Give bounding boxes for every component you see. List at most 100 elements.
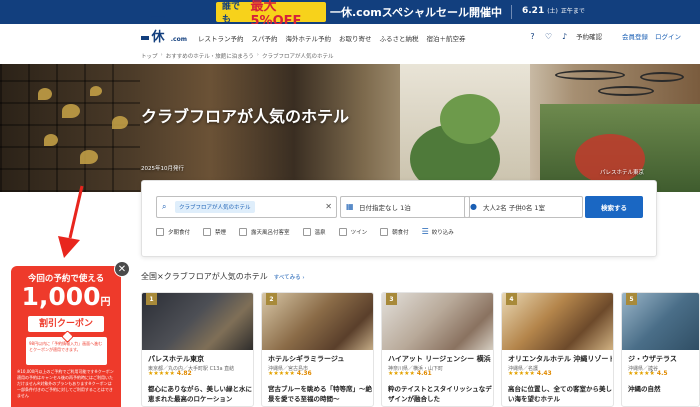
date-field[interactable]: ▦ 日付指定なし 1泊 bbox=[340, 196, 470, 218]
calendar-icon: ▦ bbox=[346, 202, 354, 211]
rating-value: 4.61 bbox=[416, 370, 432, 377]
breadcrumb-current: クラブフロアが人気のホテル bbox=[261, 54, 334, 60]
clear-icon[interactable]: ✕ bbox=[325, 202, 332, 211]
hotel-description: 沖縄の自然 bbox=[628, 385, 661, 393]
nav-overseas[interactable]: 海外ホテル予約 bbox=[286, 33, 332, 43]
rank-badge: 5 bbox=[626, 293, 637, 305]
search-panel: ⌕ クラブフロアが人気のホテル ✕ ▦ 日付指定なし 1泊 ● 大人2名 子供0… bbox=[141, 180, 657, 257]
favorite-heart-icon[interactable]: ♡ bbox=[544, 32, 553, 41]
filter-sliders-icon: ☰ bbox=[421, 227, 429, 236]
narrow-down-button[interactable]: ☰ 絞り込み bbox=[422, 227, 454, 236]
rank-badge: 1 bbox=[146, 293, 157, 305]
logo-mark bbox=[141, 36, 150, 40]
checkbox[interactable] bbox=[156, 227, 164, 236]
coupon-popup[interactable]: 今回の予約で使える 1,000円 割引クーポン 98円以内に「予約情報入力」画面… bbox=[11, 266, 121, 407]
hotel-description: 粋のテイストとスタイリッシュなデザインが融合した bbox=[388, 385, 492, 403]
sale-end-date: 6.21 (土) 正午まで bbox=[522, 6, 585, 16]
hotel-photo bbox=[262, 293, 373, 350]
nav-gourmet-delivery[interactable]: お取り寄せ bbox=[339, 33, 372, 43]
hotel-card[interactable]: 4 オリエンタルホテル 沖縄リゾート＆スパ 沖縄県／名護 ★★★★★4.43 高… bbox=[501, 292, 614, 407]
hotel-card[interactable]: 2 ホテルシギラミラージュ 沖縄県／宮古島市 ★★★★★ 4.36 宮古ブルーを眺… bbox=[261, 292, 374, 407]
hero-image bbox=[0, 64, 700, 192]
banner-divider bbox=[511, 5, 512, 19]
discount-badge: 誰でも 最大5%OFF bbox=[216, 0, 326, 29]
coupon-label: 割引クーポン bbox=[28, 316, 104, 332]
hotel-card[interactable]: 5 ジ・ウザテラス 沖縄県／読谷 ★★★★★ 4.5 沖縄の自然 bbox=[621, 292, 700, 407]
login-link[interactable]: ログイン bbox=[655, 31, 681, 41]
breadcrumb-top[interactable]: トップ bbox=[141, 52, 158, 60]
header-right: ? ♡ ♪ 予約確認 会員登録 ログイン bbox=[528, 31, 681, 42]
checkbox[interactable] bbox=[380, 227, 389, 236]
filter-row: 夕朝食付 禁煙 露天風呂付客室 温泉 ツイン 朝食付 ☰ 絞り込み bbox=[156, 227, 454, 236]
filter-open-air-bath[interactable]: 露天風呂付客室 bbox=[239, 227, 290, 236]
hero-credit: パレスホテル東京 bbox=[600, 170, 645, 176]
hotel-photo bbox=[142, 293, 253, 350]
notification-bell-icon[interactable]: ♪ bbox=[560, 32, 569, 41]
hotel-photo bbox=[502, 293, 613, 350]
hotel-card[interactable]: 3 ハイアット リージェンシー 横浜 神奈川県／横浜・山下町 ★★★★★ 4.61… bbox=[381, 292, 494, 407]
filter-dinner-breakfast[interactable]: 夕朝食付 bbox=[156, 227, 190, 236]
guest-field[interactable]: ● 大人2名 子供0名 1室 bbox=[464, 196, 583, 218]
checkbox[interactable] bbox=[338, 227, 347, 236]
filter-onsen[interactable]: 温泉 bbox=[302, 227, 326, 236]
checkbox[interactable] bbox=[203, 227, 212, 236]
badge-pre: 誰でも bbox=[222, 2, 241, 25]
person-icon: ● bbox=[470, 202, 477, 211]
hotel-name: オリエンタルホテル 沖縄リゾート＆スパ bbox=[508, 355, 612, 363]
nav-spa[interactable]: スパ予約 bbox=[252, 33, 278, 43]
hotel-card[interactable]: 1 パレスホテル東京 東京都／丸の内／大手町駅 C13a 直結 ★★★★★ 4.8… bbox=[141, 292, 254, 407]
breadcrumb-separator: › bbox=[160, 52, 163, 58]
rating-value: 4.36 bbox=[296, 370, 312, 377]
rating-stars: ★★★★★ 4.5 bbox=[628, 370, 668, 377]
register-link[interactable]: 会員登録 bbox=[622, 31, 648, 41]
help-icon[interactable]: ? bbox=[528, 32, 537, 41]
sale-text: 一休.comスペシャルセール開催中 bbox=[330, 6, 502, 19]
rating-value: 4.5 bbox=[656, 370, 668, 377]
keyword-chip[interactable]: クラブフロアが人気のホテル bbox=[175, 201, 255, 213]
date-value: 日付指定なし 1泊 bbox=[359, 204, 411, 212]
rating-stars: ★★★★★ 4.61 bbox=[388, 370, 432, 377]
rank-badge: 3 bbox=[386, 293, 397, 305]
nav-hotel-air[interactable]: 宿泊＋航空券 bbox=[427, 33, 466, 43]
carousel-next-icon[interactable]: › bbox=[650, 366, 653, 375]
hotel-name: パレスホテル東京 bbox=[148, 355, 204, 363]
site-header: 一休 .com レストラン予約 スパ予約 海外ホテル予約 お取り寄せ ふるさと納… bbox=[0, 11, 700, 50]
hero-date: 2025年10月発行 bbox=[141, 166, 184, 172]
hotel-description: 高台に位置し、全ての客室から美しい海を望むホテル bbox=[508, 385, 612, 403]
filter-breakfast[interactable]: 朝食付 bbox=[380, 227, 409, 236]
coupon-amount: 1,000円 bbox=[21, 282, 111, 311]
hero-red-foliage bbox=[575, 134, 645, 184]
hotel-name: ハイアット リージェンシー 横浜 bbox=[388, 355, 491, 363]
checkbox[interactable] bbox=[302, 227, 311, 236]
global-nav: レストラン予約 スパ予約 海外ホテル予約 お取り寄せ ふるさと納税 宿泊＋航空券 bbox=[198, 33, 466, 43]
reservation-check-link[interactable]: 予約確認 bbox=[576, 31, 602, 41]
close-icon[interactable]: ✕ bbox=[114, 261, 130, 277]
hotel-photo bbox=[382, 293, 493, 350]
hotel-description: 宮古ブルーを眺める「特等席」〜絶景を愛でる至福の時間〜 bbox=[268, 385, 372, 403]
coupon-fine-print: ※10,000円以上のご予約でご利用可能です※クーポン適用の予約はキャンセル後の… bbox=[17, 369, 114, 398]
filter-non-smoking[interactable]: 禁煙 bbox=[203, 227, 226, 236]
rating-value: 4.82 bbox=[176, 370, 192, 377]
checkbox[interactable] bbox=[239, 227, 248, 236]
hotel-description: 都心にありながら、美しい緑と水に恵まれた最高のロケーション bbox=[148, 385, 252, 403]
nav-furusato[interactable]: ふるさと納税 bbox=[380, 33, 419, 43]
rating-value: 4.43 bbox=[536, 370, 552, 377]
see-all-link[interactable]: すべてみる › bbox=[274, 273, 305, 281]
keyword-field[interactable]: ⌕ クラブフロアが人気のホテル ✕ bbox=[156, 196, 337, 218]
sale-banner[interactable]: 誰でも 最大5%OFF 一休.comスペシャルセール開催中 6.21 (土) 正午ま… bbox=[0, 0, 700, 29]
search-icon: ⌕ bbox=[162, 202, 167, 211]
rating-stars: ★★★★★ 4.43 bbox=[508, 370, 552, 377]
breadcrumb-recommended[interactable]: おすすめのホテル・旅館に泊まろう bbox=[166, 52, 254, 60]
breadcrumb: トップ › おすすめのホテル・旅館に泊まろう › クラブフロアが人気のホテル bbox=[141, 52, 333, 60]
hotel-name: ジ・ウザテラス bbox=[628, 355, 677, 363]
rank-badge: 2 bbox=[266, 293, 277, 305]
filter-twin[interactable]: ツイン bbox=[338, 227, 367, 236]
nav-restaurant[interactable]: レストラン予約 bbox=[198, 33, 244, 43]
rank-badge: 4 bbox=[506, 293, 517, 305]
hotel-name: ホテルシギラミラージュ bbox=[268, 355, 345, 363]
rating-stars: ★★★★★ 4.82 bbox=[148, 370, 192, 377]
rating-stars: ★★★★★ 4.36 bbox=[268, 370, 312, 377]
section-title: 全国×クラブフロアが人気のホテル すべてみる › bbox=[141, 271, 305, 282]
search-button[interactable]: 検索する bbox=[585, 196, 643, 218]
ikyu-logo[interactable]: 一休 .com bbox=[141, 11, 187, 45]
